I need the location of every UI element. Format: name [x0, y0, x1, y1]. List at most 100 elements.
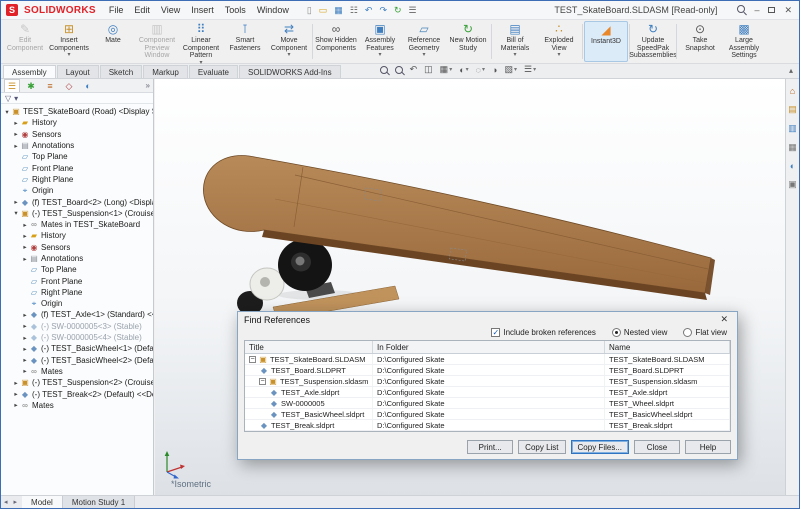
- reference-row[interactable]: −▣TEST_Suspension.sldasmD:\Configured Sk…: [245, 376, 730, 387]
- feature-manager-tab[interactable]: ☰: [4, 79, 20, 92]
- tree-item[interactable]: ▾▣TEST_SkateBoard (Road) <Display State-: [1, 106, 153, 117]
- collapse-box-icon[interactable]: −: [259, 378, 266, 385]
- take-snapshot-button[interactable]: ⊙Take Snapshot: [678, 21, 722, 62]
- tree-item[interactable]: ▸▤Annotations: [1, 140, 153, 151]
- view-palette-tab[interactable]: ▦: [788, 142, 797, 153]
- display-manager-tab[interactable]: ◐: [80, 80, 96, 92]
- reference-row[interactable]: ◆TEST_Axle.sldprtD:\Configured SkateTEST…: [245, 387, 730, 398]
- tree-item[interactable]: ▸∞Mates: [1, 400, 153, 411]
- tree-item[interactable]: ▱Front Plane: [1, 162, 153, 173]
- tree-item[interactable]: ▱Top Plane: [1, 264, 153, 275]
- tab-solidworks-add-ins[interactable]: SOLIDWORKS Add-Ins: [239, 65, 341, 78]
- edit-appearance-button[interactable]: ◑: [492, 65, 497, 75]
- tree-item[interactable]: ▸▰History: [1, 117, 153, 128]
- redo-button[interactable]: ↷: [379, 6, 387, 15]
- expand-arrow-icon[interactable]: ▸: [12, 142, 20, 150]
- display-style-button[interactable]: ◐▾: [459, 65, 468, 75]
- menu-edit[interactable]: Edit: [134, 5, 150, 15]
- save-button[interactable]: ▦: [334, 6, 343, 15]
- expand-arrow-icon[interactable]: ▸: [21, 243, 29, 251]
- tab-markup[interactable]: Markup: [143, 65, 188, 78]
- reference-row[interactable]: ◆TEST_BasicWheel.sldprtD:\Configured Ska…: [245, 409, 730, 420]
- reference-row[interactable]: ◆TEST_Board.SLDPRTD:\Configured SkateTES…: [245, 365, 730, 376]
- new-button[interactable]: ▯: [307, 6, 312, 15]
- hide-show-items-button[interactable]: ◌▾: [476, 65, 485, 75]
- expand-arrow-icon[interactable]: ▸: [12, 198, 20, 206]
- nested-view-radio[interactable]: Nested view: [612, 328, 668, 337]
- tree-item[interactable]: ▱Right Plane: [1, 287, 153, 298]
- tree-item[interactable]: ▸◆(-) SW-0000005<3> (Stable): [1, 321, 153, 332]
- update-speedpak-subassemblies-button[interactable]: ↻Update SpeedPak Subassemblies: [631, 21, 675, 62]
- menu-file[interactable]: File: [109, 5, 124, 15]
- search-button[interactable]: [737, 5, 745, 15]
- appearances-scenes-tab[interactable]: ◐: [790, 161, 795, 171]
- open-button[interactable]: ▭: [319, 6, 328, 15]
- close-button[interactable]: ✕: [784, 5, 792, 16]
- property-manager-tab[interactable]: ✱: [23, 80, 39, 92]
- resources-tab[interactable]: ⌂: [790, 86, 795, 96]
- print-button[interactable]: Print...: [467, 440, 513, 454]
- tree-item[interactable]: ▸∞Mates: [1, 366, 153, 377]
- tree-item[interactable]: ▸◆(-) TEST_BasicWheel<2> (Default: [1, 355, 153, 366]
- configuration-manager-tab[interactable]: ≡: [42, 80, 58, 92]
- mate-button[interactable]: ◎Mate: [91, 21, 135, 62]
- expand-arrow-icon[interactable]: ▸: [21, 232, 29, 240]
- assembly-features-button[interactable]: ▣Assembly Features▾: [358, 21, 402, 62]
- tree-item[interactable]: ▱Front Plane: [1, 275, 153, 286]
- reference-row[interactable]: −▣TEST_SkateBoard.SLDASMD:\Configured Sk…: [245, 354, 730, 365]
- expand-arrow-icon[interactable]: ▸: [21, 334, 29, 342]
- undo-button[interactable]: ↶: [365, 6, 373, 15]
- reference-row[interactable]: ◆SW-0000005D:\Configured SkateTEST_Wheel…: [245, 398, 730, 409]
- copy-files-button[interactable]: Copy Files...: [571, 440, 629, 454]
- expand-arrow-icon[interactable]: ▸: [12, 119, 20, 127]
- expand-arrow-icon[interactable]: ▸: [21, 367, 29, 375]
- tree-item[interactable]: ▸◉Sensors: [1, 242, 153, 253]
- instant3d-button[interactable]: ◢Instant3D: [584, 21, 628, 62]
- tree-item[interactable]: ▸◆(-) TEST_BasicWheel<1> (Default: [1, 343, 153, 354]
- menu-insert[interactable]: Insert: [191, 5, 214, 15]
- expand-arrow-icon[interactable]: ▸: [12, 390, 20, 398]
- help-button[interactable]: Help: [685, 440, 731, 454]
- tree-item[interactable]: ▸▤Annotations: [1, 253, 153, 264]
- tab-motion-study-1[interactable]: Motion Study 1: [63, 496, 135, 508]
- expand-arrow-icon[interactable]: ▸: [21, 356, 29, 364]
- expand-arrow-icon[interactable]: ▸: [12, 401, 20, 409]
- tree-item[interactable]: ▾▣(-) TEST_Suspension<1> (Crouiser): [1, 208, 153, 219]
- chevron-down-icon[interactable]: ▾: [14, 94, 18, 103]
- zoom-area-button[interactable]: [395, 66, 403, 74]
- collapse-arrow-icon[interactable]: ▾: [12, 209, 20, 217]
- expand-arrow-icon[interactable]: ▸: [12, 130, 20, 138]
- column-in-folder[interactable]: In Folder: [373, 341, 605, 353]
- tree-item[interactable]: ▸◆(-) TEST_Break<2> (Default) <<Defau: [1, 388, 153, 399]
- move-component-button[interactable]: ⇄Move Component▾: [267, 21, 311, 62]
- view-orientation-button[interactable]: ▦▾: [440, 64, 453, 75]
- dimxpert-manager-tab[interactable]: ◇: [61, 80, 77, 92]
- include-broken-references-checkbox[interactable]: ✓ Include broken references: [491, 328, 596, 337]
- collapse-ribbon-icon[interactable]: ▴: [789, 66, 793, 78]
- collapse-arrow-icon[interactable]: ▾: [3, 108, 11, 116]
- dialog-title-bar[interactable]: Find References ✕: [238, 312, 737, 327]
- flat-view-radio[interactable]: Flat view: [683, 328, 727, 337]
- reference-row[interactable]: ◆TEST_Break.sldprtD:\Configured SkateTES…: [245, 420, 730, 431]
- tree-item[interactable]: ▸◆(f) TEST_Board<2> (Long) <Display S: [1, 196, 153, 207]
- expand-arrow-icon[interactable]: ▸: [21, 255, 29, 263]
- tree-item[interactable]: ▱Top Plane: [1, 151, 153, 162]
- expand-arrow-icon[interactable]: ▸: [21, 311, 29, 319]
- new-motion-study-button[interactable]: ↻New Motion Study: [446, 21, 490, 62]
- tree-item[interactable]: ⌖Origin: [1, 185, 153, 196]
- dialog-close-button[interactable]: ✕: [717, 314, 731, 325]
- copy-list-button[interactable]: Copy List: [518, 440, 565, 454]
- design-library-tab[interactable]: ▤: [788, 104, 797, 115]
- expand-arrow-icon[interactable]: ▸: [21, 221, 29, 229]
- tree-item[interactable]: ▸▣(-) TEST_Suspension<2> (Crouiser): [1, 377, 153, 388]
- linear-component-pattern-button[interactable]: ⠿Linear Component Pattern▾: [179, 21, 223, 62]
- scroll-tabs-right-button[interactable]: ▸: [11, 496, 21, 508]
- tree-item[interactable]: ▸◉Sensors: [1, 129, 153, 140]
- tree-item[interactable]: ⌖Origin: [1, 298, 153, 309]
- apply-scene-button[interactable]: ▧▾: [504, 64, 517, 75]
- column-name[interactable]: Name: [605, 341, 730, 353]
- collapse-box-icon[interactable]: −: [249, 356, 256, 363]
- bill-of-materials-button[interactable]: ▤Bill of Materials▾: [493, 21, 537, 62]
- tree-item[interactable]: ▸◆(-) SW-0000005<4> (Stable): [1, 332, 153, 343]
- rebuild-button[interactable]: ↻: [394, 6, 402, 15]
